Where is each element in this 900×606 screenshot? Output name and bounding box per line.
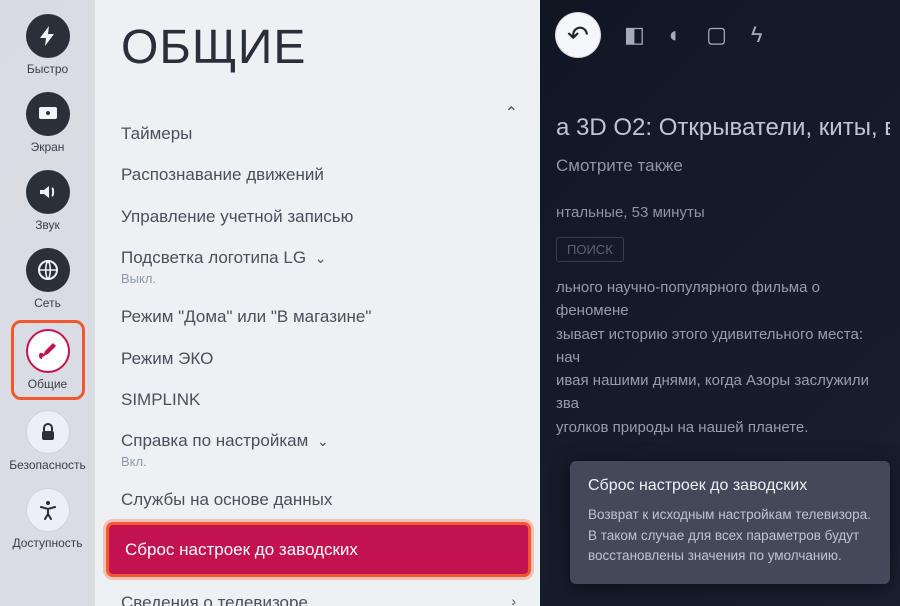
item-label: Режим "Дома" или "В магазине" bbox=[121, 307, 371, 326]
content-title: а 3D O2: Открыватели, киты, вулк bbox=[556, 114, 890, 142]
sidebar-item-label: Общие bbox=[28, 377, 67, 391]
theater-icon[interactable]: ϟ bbox=[751, 22, 763, 48]
item-label: Таймеры bbox=[121, 124, 192, 143]
sidebar-item-display[interactable]: Экран bbox=[7, 84, 89, 162]
tv-settings-screen: { "sidebar": { "items": [ { "label": "Бы… bbox=[0, 0, 900, 606]
content-description: льного научно-популярного фильма о феном… bbox=[556, 276, 890, 439]
item-value: Вкл. bbox=[121, 454, 514, 470]
settings-sidebar: Быстро Экран Звук Сеть Общие bbox=[0, 0, 95, 606]
chevron-right-icon: › bbox=[511, 593, 516, 606]
item-value: Выкл. bbox=[121, 271, 514, 287]
chevron-down-icon: ⌄ bbox=[317, 433, 329, 449]
lock-icon bbox=[26, 410, 70, 454]
sidebar-item-label: Безопасность bbox=[9, 458, 86, 472]
item-label: Режим ЭКО bbox=[121, 349, 213, 368]
display-icon bbox=[26, 92, 70, 136]
see-also-label: Смотрите также bbox=[556, 156, 890, 176]
browser-icon[interactable]: ◐ bbox=[669, 22, 682, 48]
sidebar-item-label: Экран bbox=[31, 140, 65, 154]
item-label: Подсветка логотипа LG bbox=[121, 248, 306, 267]
settings-item-data-services[interactable]: Службы на основе данных bbox=[95, 479, 540, 520]
item-label: Сброс настроек до заводских bbox=[125, 540, 358, 559]
settings-item-factory-reset[interactable]: Сброс настроек до заводских bbox=[109, 525, 528, 574]
sidebar-item-quick[interactable]: Быстро bbox=[7, 6, 89, 84]
sidebar-item-security[interactable]: Безопасность bbox=[7, 402, 89, 480]
back-icon: ↶ bbox=[567, 20, 589, 51]
sidebar-item-general[interactable]: Общие bbox=[7, 318, 89, 402]
content-tag: ПОИСК bbox=[556, 237, 624, 262]
settings-panel: ОБЩИЕ ⌃ Таймеры Распознавание движений У… bbox=[95, 0, 540, 606]
accessibility-icon bbox=[26, 488, 70, 532]
settings-item-help[interactable]: Справка по настройкам ⌄ Вкл. bbox=[95, 420, 540, 479]
content-meta: нтальные, 53 минуты bbox=[556, 204, 890, 221]
item-label: Управление учетной записью bbox=[121, 207, 353, 226]
item-label: Справка по настройкам bbox=[121, 431, 308, 450]
sidebar-item-accessibility[interactable]: Доступность bbox=[7, 480, 89, 558]
desc-line: уголков природы на нашей планете. bbox=[556, 416, 890, 439]
desc-line: зывает историю этого удивительного места… bbox=[556, 323, 890, 370]
settings-list: ⌃ Таймеры Распознавание движений Управле… bbox=[95, 109, 540, 606]
settings-item-home-store[interactable]: Режим "Дома" или "В магазине" bbox=[95, 296, 540, 337]
settings-item-simplink[interactable]: SIMPLINK bbox=[95, 379, 540, 420]
help-title: Сброс настроек до заводских bbox=[588, 477, 872, 495]
back-button[interactable]: ↶ bbox=[556, 13, 600, 57]
photo-icon[interactable]: ◧ bbox=[624, 22, 645, 48]
panel-title: ОБЩИЕ bbox=[95, 0, 540, 105]
settings-item-motion[interactable]: Распознавание движений bbox=[95, 154, 540, 195]
globe-icon bbox=[26, 248, 70, 292]
sidebar-item-sound[interactable]: Звук bbox=[7, 162, 89, 240]
desc-line: льного научно-популярного фильма о феном… bbox=[556, 276, 890, 323]
sidebar-item-label: Доступность bbox=[12, 536, 82, 550]
bolt-icon bbox=[26, 14, 70, 58]
help-body: Возврат к исходным настройкам телевизора… bbox=[588, 505, 872, 566]
settings-item-account[interactable]: Управление учетной записью bbox=[95, 196, 540, 237]
help-tooltip: Сброс настроек до заводских Возврат к ис… bbox=[570, 461, 890, 584]
item-label: Сведения о телевизоре bbox=[121, 593, 308, 606]
item-label: SIMPLINK bbox=[121, 390, 200, 409]
item-label: Службы на основе данных bbox=[121, 490, 332, 509]
settings-item-logo-light[interactable]: Подсветка логотипа LG ⌄ Выкл. bbox=[95, 237, 540, 296]
desc-line: ивая нашими днями, когда Азоры заслужили… bbox=[556, 369, 890, 416]
content-topbar: ↶ ◧ ◐ ▢ ϟ bbox=[556, 8, 890, 62]
sidebar-item-label: Звук bbox=[35, 218, 60, 232]
sidebar-item-network[interactable]: Сеть bbox=[7, 240, 89, 318]
item-label: Распознавание движений bbox=[121, 165, 324, 184]
settings-item-timers[interactable]: Таймеры bbox=[95, 109, 540, 154]
sidebar-item-label: Быстро bbox=[27, 62, 68, 76]
tools-icon bbox=[26, 329, 70, 373]
sidebar-item-label: Сеть bbox=[34, 296, 61, 310]
settings-item-about-tv[interactable]: Сведения о телевизоре › bbox=[95, 582, 540, 606]
sound-icon bbox=[26, 170, 70, 214]
settings-item-eco[interactable]: Режим ЭКО bbox=[95, 338, 540, 379]
tv-icon[interactable]: ▢ bbox=[706, 22, 727, 48]
chevron-down-icon: ⌄ bbox=[315, 250, 327, 266]
